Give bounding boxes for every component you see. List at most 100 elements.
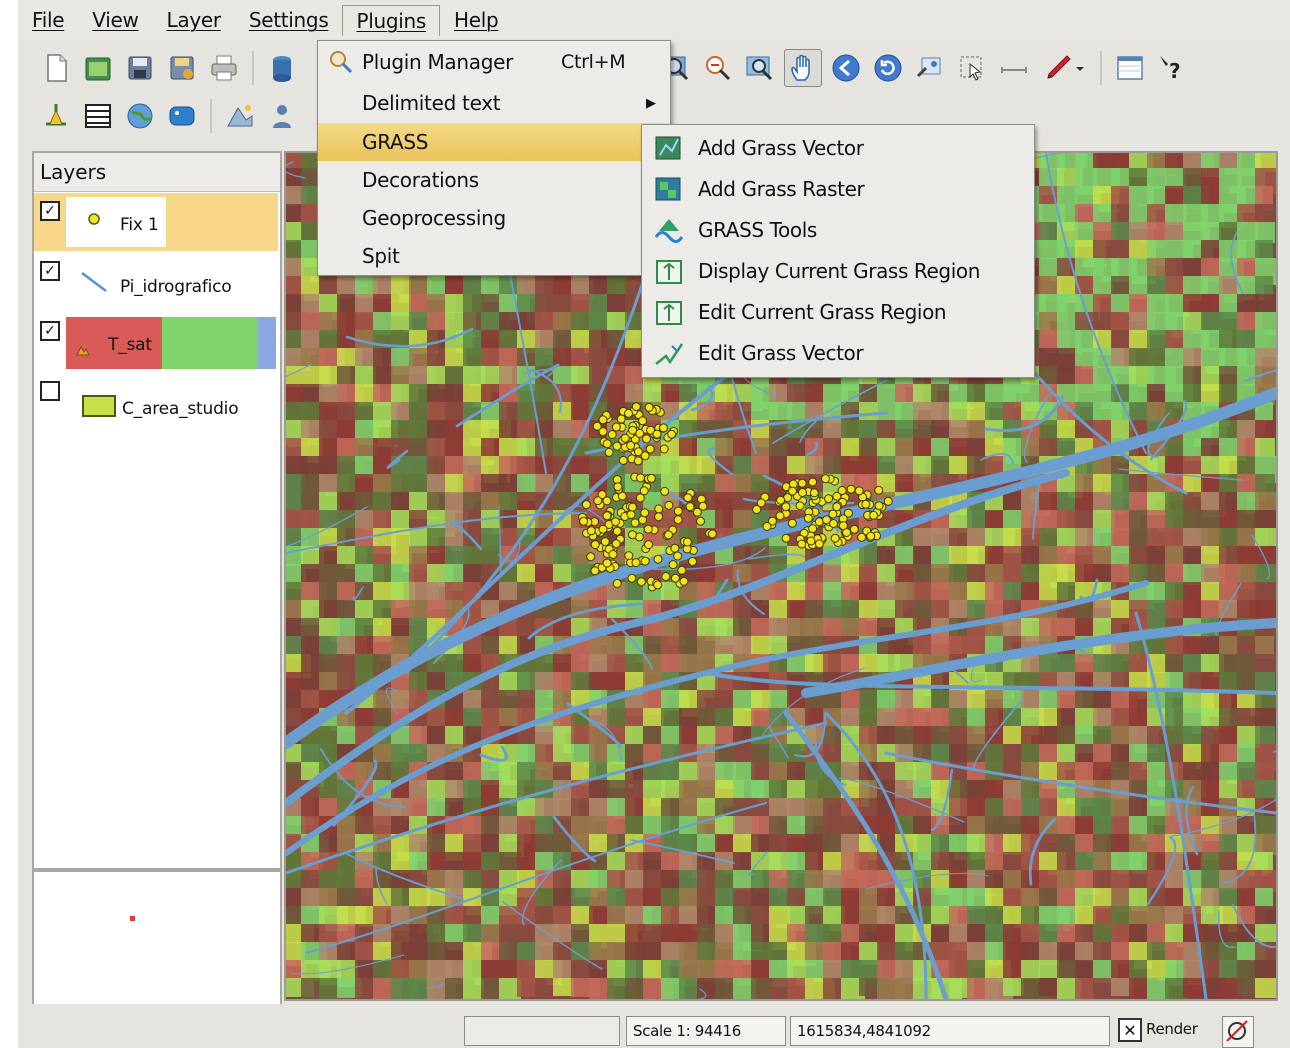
menu-item-shortcut: Ctrl+M <box>561 51 626 73</box>
layers-panel: Layers ✓ Fix 1 ✓ Pi_idrografico ✓ T_sat … <box>32 151 282 870</box>
pan-button[interactable] <box>784 49 822 87</box>
new-project-button[interactable] <box>38 50 74 86</box>
add-vector-layer-button[interactable] <box>38 98 74 134</box>
edit-grass-region-item[interactable]: Edit Current Grass Region <box>642 292 1034 333</box>
zoom-full-icon <box>746 56 773 81</box>
add-vector-icon <box>46 104 66 126</box>
toolbar-separator <box>210 99 212 133</box>
add-postgis-layer-button[interactable] <box>164 98 200 134</box>
add-raster-icon <box>85 104 111 128</box>
save-as-icon <box>170 56 194 80</box>
projection-icon <box>1226 1020 1248 1042</box>
submenu-item-label: Display Current Grass Region <box>698 259 980 283</box>
print-button[interactable] <box>206 50 242 86</box>
plugin-manager-item[interactable]: Plugin Manager Ctrl+M <box>318 43 670 81</box>
zoom-previous-button[interactable] <box>828 50 864 86</box>
menu-file[interactable]: File <box>18 4 78 36</box>
layer-visibility-checkbox[interactable]: ✓ <box>40 261 60 281</box>
render-checkbox[interactable]: ✕ <box>1118 1018 1142 1042</box>
identify-button[interactable] <box>912 50 948 86</box>
overview-button[interactable] <box>1112 50 1148 86</box>
layer-name: C_area_studio <box>122 399 239 419</box>
raster-symbol-icon <box>76 345 90 356</box>
refresh-icon <box>874 54 902 82</box>
layer-item-t-sat[interactable]: ✓ T_sat <box>34 313 278 371</box>
new-vector-layer-button[interactable] <box>222 98 258 134</box>
pan-hand-icon <box>791 54 810 81</box>
add-grass-raster-item[interactable]: Add Grass Raster <box>642 169 1034 210</box>
toolbar-file <box>38 46 300 90</box>
measure-icon <box>1001 67 1027 73</box>
edit-grass-vector-item[interactable]: Edit Grass Vector <box>642 333 1034 374</box>
add-wms-layer-button[interactable] <box>122 98 158 134</box>
measure-line-button[interactable] <box>996 50 1032 86</box>
geoprocessing-item[interactable]: Geoprocessing ▶ <box>318 199 670 237</box>
grass-vector-icon <box>655 136 681 160</box>
save-as-button[interactable] <box>164 50 200 86</box>
toolbar-layers <box>38 94 300 138</box>
display-grass-region-item[interactable]: Display Current Grass Region <box>642 251 1034 292</box>
layer-item-pi-idrografico[interactable]: ✓ Pi_idrografico <box>34 253 278 311</box>
submenu-arrow-icon: ▶ <box>646 95 656 111</box>
save-icon <box>128 56 152 80</box>
refresh-button[interactable] <box>870 50 906 86</box>
progress-bar <box>464 1016 620 1046</box>
open-project-button[interactable] <box>80 50 116 86</box>
menu-item-label: Geoprocessing <box>362 206 506 230</box>
grass-tools-icon <box>654 219 684 243</box>
triangle-layer-icon <box>227 105 253 127</box>
plugins-menu-dropdown: Plugin Manager Ctrl+M Delimited text ▶ G… <box>317 40 671 276</box>
grass-region-icon <box>656 260 682 284</box>
toolbar-separator <box>1100 51 1102 85</box>
save-project-button[interactable] <box>122 50 158 86</box>
submenu-item-label: GRASS Tools <box>698 218 817 242</box>
overview-panel[interactable] <box>32 870 282 1006</box>
zoom-out-icon <box>706 56 731 81</box>
layer-visibility-checkbox[interactable] <box>40 381 60 401</box>
delimited-text-item[interactable]: Delimited text ▶ <box>318 84 670 122</box>
plugin-manager-icon <box>330 51 353 74</box>
capture-line-button[interactable] <box>1038 50 1090 86</box>
window-icon <box>1117 56 1143 80</box>
layer-item-c-area-studio[interactable]: C_area_studio <box>34 373 278 431</box>
menubar: File View Layer Settings Plugins Help <box>18 0 1290 40</box>
add-raster-layer-button[interactable] <box>80 98 116 134</box>
help-contents-button[interactable]: ? <box>1154 50 1190 86</box>
user-icon <box>273 105 291 128</box>
add-postgis-button[interactable] <box>264 50 300 86</box>
menu-plugins[interactable]: Plugins <box>342 4 440 36</box>
scale-display: Scale 1: 94416 <box>626 1016 786 1046</box>
menu-help[interactable]: Help <box>440 4 512 36</box>
line-symbol-icon <box>81 272 107 292</box>
toolbar-separator <box>252 51 254 85</box>
grass-menu-item[interactable]: GRASS ▶ <box>318 123 670 161</box>
select-features-button[interactable] <box>954 50 990 86</box>
svg-text:?: ? <box>1169 59 1181 83</box>
zoom-full-button[interactable] <box>742 50 778 86</box>
toolbar-navigation: ? <box>658 46 1190 90</box>
spit-item[interactable]: Spit ▶ <box>318 237 670 275</box>
identify-icon <box>916 57 941 78</box>
layers-panel-title: Layers <box>34 153 280 192</box>
elephant-icon <box>169 106 195 126</box>
decorations-item[interactable]: Decorations ▶ <box>318 161 670 199</box>
menu-settings[interactable]: Settings <box>235 4 343 36</box>
new-file-icon <box>47 54 67 82</box>
menu-item-label: GRASS <box>362 130 429 154</box>
add-grass-vector-item[interactable]: Add Grass Vector <box>642 128 1034 169</box>
menu-layer[interactable]: Layer <box>153 4 235 36</box>
projection-button[interactable] <box>1222 1016 1254 1048</box>
menu-view[interactable]: View <box>78 4 152 36</box>
edit-vector-icon <box>655 343 684 365</box>
zoom-out-button[interactable] <box>700 50 736 86</box>
remove-layer-button[interactable] <box>264 98 300 134</box>
polygon-symbol-icon <box>82 395 116 417</box>
back-arrow-icon <box>832 54 860 82</box>
submenu-item-label: Edit Current Grass Region <box>698 300 947 324</box>
layer-visibility-checkbox[interactable]: ✓ <box>40 201 60 221</box>
layer-visibility-checkbox[interactable]: ✓ <box>40 321 60 341</box>
grass-tools-item[interactable]: GRASS Tools <box>642 210 1034 251</box>
submenu-item-label: Add Grass Raster <box>698 177 865 201</box>
menu-item-label: Decorations <box>362 168 479 192</box>
layer-item-fix1[interactable]: ✓ Fix 1 <box>34 193 278 251</box>
